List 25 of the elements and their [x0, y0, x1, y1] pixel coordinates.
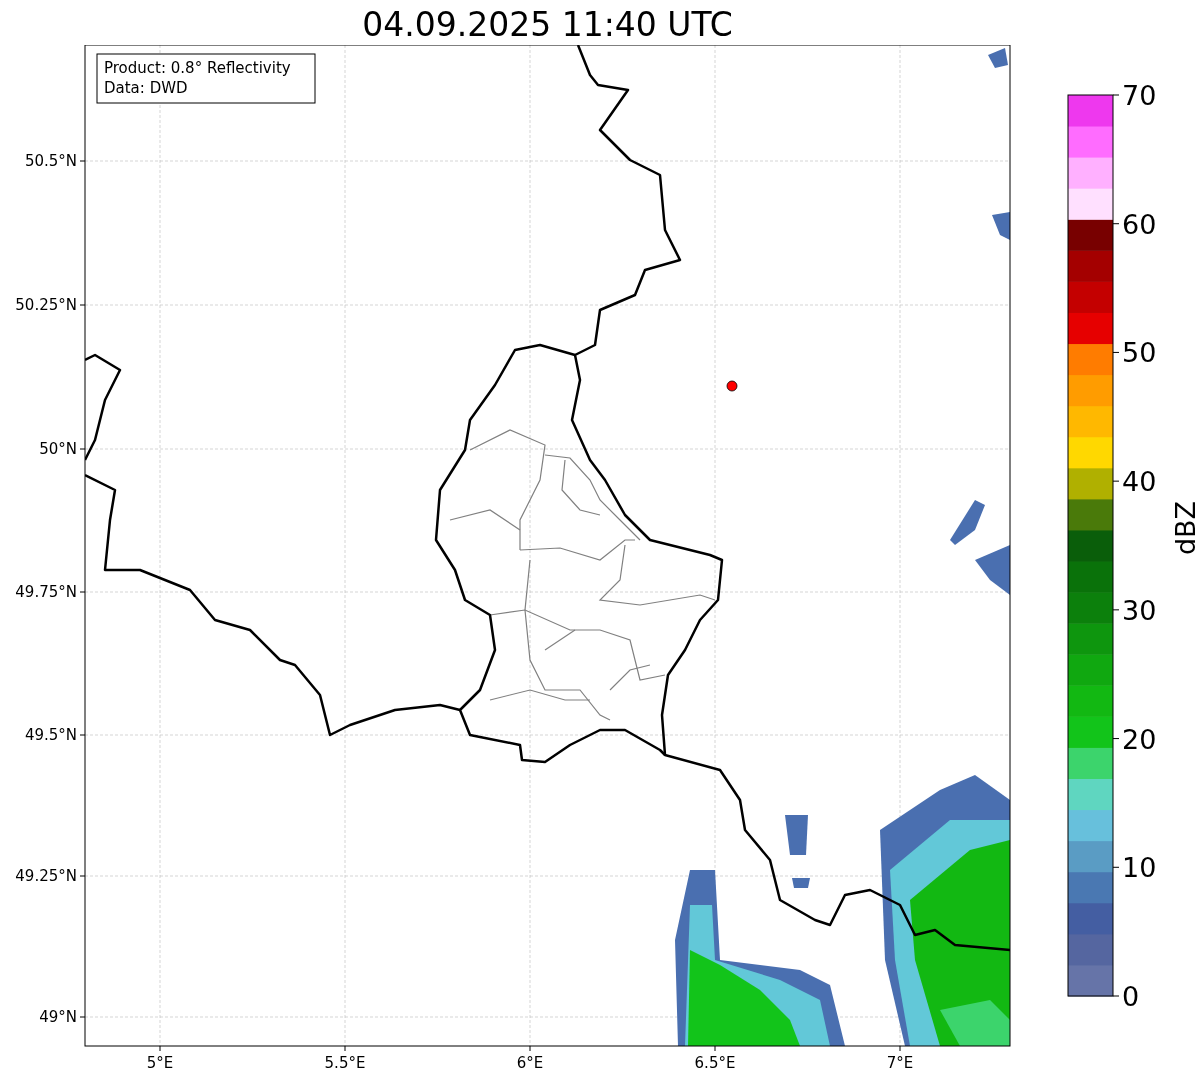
- latitude-label: 50.25°N: [15, 296, 77, 314]
- latitude-label: 49°N: [39, 1008, 77, 1026]
- longitude-label: 5.5°E: [324, 1054, 366, 1072]
- colorbar-tick-label: 70: [1122, 80, 1157, 111]
- longitude-label: 5°E: [146, 1054, 174, 1072]
- colorbar-tick-label: 0: [1122, 981, 1140, 1012]
- latitude-label: 49.5°N: [24, 726, 77, 744]
- colorbar-tick-label: 60: [1122, 208, 1157, 240]
- info-text: Data: DWD: [104, 79, 188, 97]
- colorbar-tick-label: 30: [1122, 594, 1157, 626]
- radar-site-marker: [726, 380, 738, 392]
- latitude-label: 49.75°N: [15, 583, 77, 601]
- colorbar-tick-label: 10: [1122, 852, 1157, 884]
- latitude-label: 49.25°N: [15, 867, 77, 885]
- latitude-label: 50°N: [39, 440, 77, 458]
- latitude-label: 50.5°N: [24, 152, 77, 170]
- plot-title: 04.09.2025 11:40 UTC: [362, 4, 733, 41]
- longitude-label: 6.5°E: [694, 1054, 736, 1072]
- longitude-label: 6°E: [516, 1054, 544, 1072]
- colorbar-tick-label: 50: [1122, 337, 1157, 369]
- longitude-label: 7°E: [886, 1054, 914, 1072]
- colorbar-tick-label: 40: [1122, 466, 1157, 498]
- colorbar-label: dBZ: [1170, 500, 1201, 556]
- info-text: Product: 0.8° Reflectivity: [104, 59, 291, 77]
- colorbar-tick-label: 20: [1122, 723, 1157, 755]
